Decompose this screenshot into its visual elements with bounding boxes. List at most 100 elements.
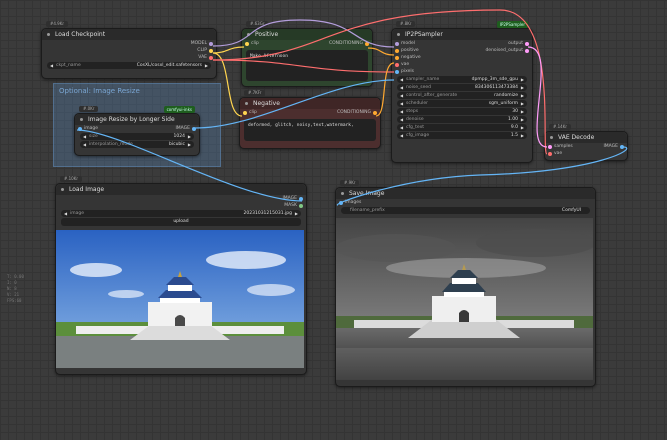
left-arrow-icon[interactable]: ◀ bbox=[400, 132, 403, 139]
output-vae[interactable]: VAE bbox=[42, 54, 216, 61]
right-arrow-icon[interactable]: ▶ bbox=[521, 116, 524, 123]
io-row[interactable]: image IMAGE bbox=[75, 125, 199, 132]
image-slot-icon[interactable] bbox=[395, 70, 399, 74]
denoise-widget[interactable]: ◀ denoise 1.00 ▶ bbox=[397, 116, 527, 123]
node-title[interactable]: Load Image bbox=[56, 184, 306, 195]
right-arrow-icon[interactable]: ▶ bbox=[521, 84, 524, 91]
right-arrow-icon[interactable]: ▶ bbox=[295, 210, 298, 217]
node-title[interactable]: Image Resize by Longer Side bbox=[75, 114, 199, 125]
io-row[interactable]: clip CONDITIONING bbox=[242, 40, 372, 47]
collapse-dot-icon[interactable] bbox=[47, 33, 50, 36]
interpolation-mode-widget[interactable]: ◀ interpolation_mode bicubic ▶ bbox=[80, 141, 194, 148]
latent-slot-icon[interactable] bbox=[525, 49, 529, 53]
image-select-widget[interactable]: ◀ image 20231031215031.jpg ▶ bbox=[61, 210, 301, 217]
left-arrow-icon[interactable]: ◀ bbox=[400, 124, 403, 131]
collapse-dot-icon[interactable] bbox=[550, 136, 553, 139]
clip-slot-icon[interactable] bbox=[209, 49, 213, 53]
model-slot-icon[interactable] bbox=[209, 42, 213, 46]
sampler-name-widget[interactable]: ◀ sampler_name dpmpp_3m_sde_gpu ▶ bbox=[397, 76, 527, 83]
right-arrow-icon[interactable]: ▶ bbox=[521, 92, 524, 99]
right-arrow-icon[interactable]: ▶ bbox=[521, 108, 524, 115]
left-arrow-icon[interactable]: ◀ bbox=[83, 133, 86, 140]
right-arrow-icon[interactable]: ▶ bbox=[205, 62, 208, 69]
collapse-dot-icon[interactable] bbox=[397, 33, 400, 36]
output-image[interactable]: IMAGE bbox=[56, 195, 306, 202]
clip-input-slot-icon[interactable] bbox=[243, 111, 247, 115]
collapse-dot-icon[interactable] bbox=[247, 33, 250, 36]
noise-seed-widget[interactable]: ◀ noise_seed 834306113473384 ▶ bbox=[397, 84, 527, 91]
node-title[interactable]: Negative bbox=[240, 98, 380, 109]
workflow-canvas[interactable]: Optional: Image Resize #4.9Kr Load Check… bbox=[0, 0, 667, 440]
input-positive[interactable]: positive denoised_output bbox=[392, 47, 532, 54]
steps-widget[interactable]: ◀ steps 30 ▶ bbox=[397, 108, 527, 115]
left-arrow-icon[interactable]: ◀ bbox=[400, 76, 403, 83]
left-arrow-icon[interactable]: ◀ bbox=[400, 108, 403, 115]
latent-slot-icon[interactable] bbox=[525, 42, 529, 46]
collapse-dot-icon[interactable] bbox=[341, 192, 344, 195]
left-arrow-icon[interactable]: ◀ bbox=[400, 116, 403, 123]
input-pixels[interactable]: pixels bbox=[392, 68, 532, 75]
image-output-slot-icon[interactable] bbox=[299, 197, 303, 201]
negative-prompt-node[interactable]: #.7KFr Negative clip CONDITIONING deforme… bbox=[239, 90, 381, 149]
output-model[interactable]: MODEL bbox=[42, 40, 216, 47]
node-title[interactable]: Save Image bbox=[336, 188, 595, 199]
image-input-slot-icon[interactable] bbox=[78, 127, 82, 131]
vae-decode-node[interactable]: #.14Kr VAE Decode samples IMAGE vae bbox=[544, 124, 628, 161]
input-vae[interactable]: vae bbox=[545, 150, 627, 157]
right-arrow-icon[interactable]: ▶ bbox=[521, 132, 524, 139]
clip-input-slot-icon[interactable] bbox=[245, 42, 249, 46]
load-image-node[interactable]: #.10Kr Load Image IMAGE MASK ◀ image 20231… bbox=[55, 176, 307, 375]
conditioning-slot-icon[interactable] bbox=[395, 56, 399, 60]
mask-output-slot-icon[interactable] bbox=[299, 204, 303, 208]
right-arrow-icon[interactable]: ▶ bbox=[521, 100, 524, 107]
conditioning-slot-icon[interactable] bbox=[365, 42, 369, 46]
io-row[interactable]: clip CONDITIONING bbox=[240, 109, 380, 116]
save-image-node[interactable]: #.9Kr Save Image images filename_prefix C… bbox=[335, 180, 596, 387]
image-resize-node[interactable]: #.0Kr comfyui-inks Image Resize by Longe… bbox=[74, 106, 200, 156]
node-title[interactable]: Positive bbox=[242, 29, 372, 40]
input-vae[interactable]: vae bbox=[392, 61, 532, 68]
latent-slot-icon[interactable] bbox=[548, 145, 552, 149]
collapse-dot-icon[interactable] bbox=[245, 102, 248, 105]
right-arrow-icon[interactable]: ▶ bbox=[521, 124, 524, 131]
collapse-dot-icon[interactable] bbox=[61, 188, 64, 191]
right-arrow-icon[interactable]: ▶ bbox=[188, 133, 191, 140]
prompt-textarea[interactable]: Make Afternoon bbox=[246, 50, 368, 81]
image-output-slot-icon[interactable] bbox=[192, 127, 196, 131]
ip2p-sampler-node[interactable]: #.8Kr IP2PSampler IP2PSampler model outpu… bbox=[391, 21, 533, 163]
cfg-image-widget[interactable]: ◀ cfg_image 1.5 ▶ bbox=[397, 132, 527, 139]
prompt-textarea[interactable]: deformed, glitch, noisy,text,watermark, bbox=[244, 119, 376, 141]
model-slot-icon[interactable] bbox=[395, 42, 399, 46]
input-images[interactable]: images bbox=[336, 199, 595, 206]
right-arrow-icon[interactable]: ▶ bbox=[188, 141, 191, 148]
conditioning-slot-icon[interactable] bbox=[373, 111, 377, 115]
load-checkpoint-node[interactable]: #4.9Kr Load Checkpoint MODEL CLIP VAE ◀ c… bbox=[41, 21, 217, 79]
cfg-text-widget[interactable]: ◀ cfg_text 9.0 ▶ bbox=[397, 124, 527, 131]
vae-slot-icon[interactable] bbox=[548, 152, 552, 156]
node-title[interactable]: VAE Decode bbox=[545, 132, 627, 143]
size-widget[interactable]: ◀ size 1024 ▶ bbox=[80, 133, 194, 140]
scheduler-widget[interactable]: ◀ scheduler sgm_uniform ▶ bbox=[397, 100, 527, 107]
input-negative[interactable]: negative bbox=[392, 54, 532, 61]
node-title[interactable]: Load Checkpoint bbox=[42, 29, 216, 40]
vae-slot-icon[interactable] bbox=[395, 63, 399, 67]
input-samples[interactable]: samples IMAGE bbox=[545, 143, 627, 150]
left-arrow-icon[interactable]: ◀ bbox=[400, 100, 403, 107]
output-clip[interactable]: CLIP bbox=[42, 47, 216, 54]
ckpt-name-widget[interactable]: ◀ ckpt_name CosXL/cosxl_edit.safetensors ▶ bbox=[47, 62, 211, 69]
node-title[interactable]: IP2PSampler bbox=[392, 29, 532, 40]
right-arrow-icon[interactable]: ▶ bbox=[521, 76, 524, 83]
left-arrow-icon[interactable]: ◀ bbox=[400, 92, 403, 99]
left-arrow-icon[interactable]: ◀ bbox=[83, 141, 86, 148]
left-arrow-icon[interactable]: ◀ bbox=[50, 62, 53, 69]
vae-slot-icon[interactable] bbox=[209, 56, 213, 60]
collapse-dot-icon[interactable] bbox=[80, 118, 83, 121]
filename-prefix-widget[interactable]: filename_prefix ComfyUI bbox=[341, 207, 590, 214]
control-after-generate-widget[interactable]: ◀ control_after_generate randomize ▶ bbox=[397, 92, 527, 99]
image-output-slot-icon[interactable] bbox=[620, 145, 624, 149]
left-arrow-icon[interactable]: ◀ bbox=[64, 210, 67, 217]
input-model[interactable]: model output bbox=[392, 40, 532, 47]
left-arrow-icon[interactable]: ◀ bbox=[400, 84, 403, 91]
conditioning-slot-icon[interactable] bbox=[395, 49, 399, 53]
positive-prompt-node[interactable]: #.63Gr Positive clip CONDITIONING Make Af… bbox=[241, 21, 373, 87]
